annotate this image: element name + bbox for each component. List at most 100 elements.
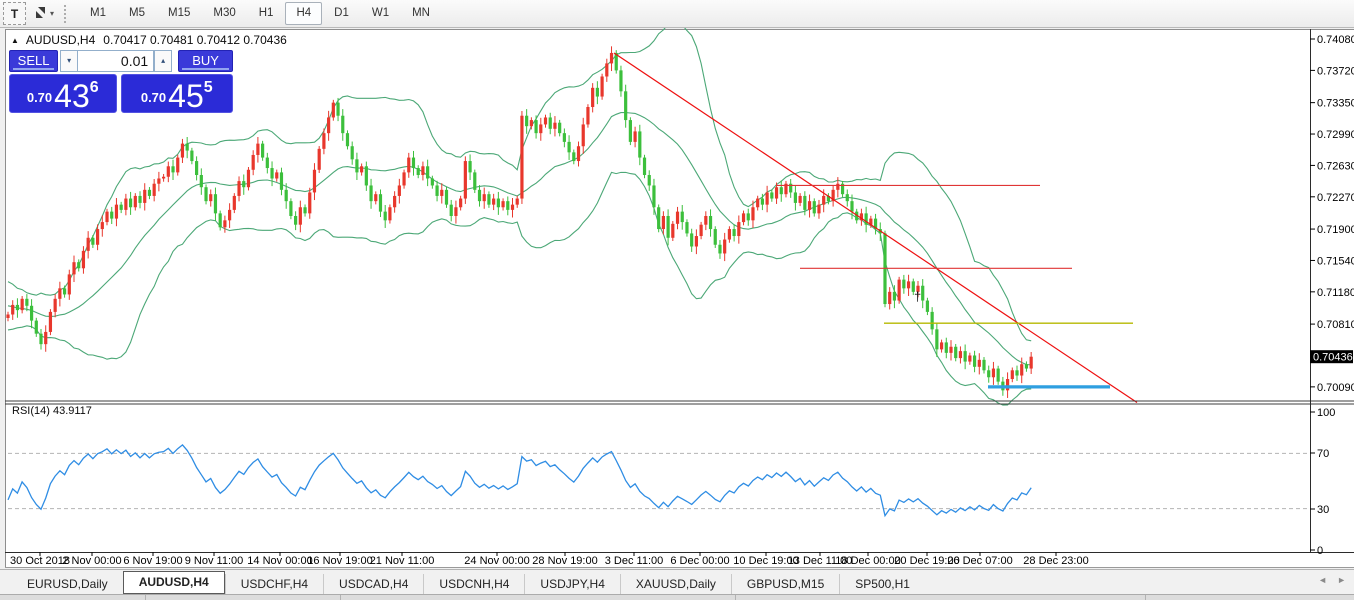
candle-body xyxy=(657,207,661,230)
candle-body xyxy=(765,192,769,205)
chart-tab-usdchf-h4[interactable]: USDCHF,H4 xyxy=(224,574,323,594)
candle-body xyxy=(534,120,538,134)
candle-body xyxy=(152,183,156,196)
candle-body xyxy=(110,211,114,219)
candle-body xyxy=(44,331,48,345)
candle-body xyxy=(435,185,439,196)
candle-body xyxy=(279,172,284,190)
candle-body xyxy=(770,192,774,199)
sell-button[interactable]: SELL xyxy=(9,50,59,72)
candle-body xyxy=(369,185,373,202)
rsi-scale-label: 0 xyxy=(1317,545,1323,557)
candle-body xyxy=(128,198,133,208)
candle-body xyxy=(925,300,930,312)
candle-body xyxy=(459,198,463,208)
candle-body xyxy=(176,157,180,173)
volume-input[interactable] xyxy=(77,50,155,72)
candle-body xyxy=(666,215,670,238)
timeframe-button-m15[interactable]: M15 xyxy=(157,2,201,25)
candle-body xyxy=(331,102,335,118)
candle-body xyxy=(501,201,505,208)
chart-tab-usdcnh-h4[interactable]: USDCNH,H4 xyxy=(423,574,524,594)
timeframe-button-h1[interactable]: H1 xyxy=(248,2,285,25)
chart-tab-eurusd-daily[interactable]: EURUSD,Daily xyxy=(12,574,123,594)
rsi-scale-label: 100 xyxy=(1317,407,1335,419)
candle-body xyxy=(751,207,755,221)
candle-body xyxy=(463,161,467,199)
candle-body xyxy=(294,215,298,225)
chart-tab-audusd-h4[interactable]: AUDUSD,H4 xyxy=(122,571,225,594)
chart-tab-xauusd-daily[interactable]: XAUUSD,Daily xyxy=(619,574,731,594)
chevron-down-icon[interactable]: ▾ xyxy=(50,9,54,18)
candle-body xyxy=(20,298,24,311)
timeframe-button-m1[interactable]: M1 xyxy=(79,2,117,25)
candle-body xyxy=(694,236,698,247)
candle-body xyxy=(652,185,656,208)
candle-body xyxy=(421,166,425,176)
sell-price-big-digits: 43 xyxy=(54,78,90,114)
text-tool-button[interactable]: T xyxy=(3,2,26,25)
toolbar: T ▾ M1 M5 M15 M30 H1 H4 D1 W1 MN xyxy=(0,0,1354,28)
candle-body xyxy=(411,157,416,169)
candle-body xyxy=(515,198,519,205)
candle-body xyxy=(685,222,689,234)
candle-body xyxy=(492,198,496,205)
toolbar-grip[interactable] xyxy=(64,4,70,23)
buy-price-button[interactable]: 0.70 45 5 xyxy=(120,74,233,113)
chart-tab-gbpusd-m15[interactable]: GBPUSD,M15 xyxy=(730,574,839,594)
timeframe-button-d1[interactable]: D1 xyxy=(323,2,360,25)
candle-body xyxy=(355,159,359,173)
timeframe-button-m5[interactable]: M5 xyxy=(118,2,156,25)
candle-body xyxy=(407,157,411,173)
candle-body xyxy=(449,204,453,216)
candle-body xyxy=(496,198,500,208)
candle-body xyxy=(34,320,38,334)
candle-body xyxy=(845,194,849,202)
sell-price-button[interactable]: 0.70 43 6 xyxy=(9,74,117,113)
buy-button[interactable]: BUY xyxy=(178,50,233,72)
candle-body xyxy=(699,224,703,237)
candle-body xyxy=(572,152,576,162)
candle-body xyxy=(723,239,727,254)
time-tick-label: 24 Nov 00:00 xyxy=(464,555,529,567)
chart-tab-usdjpy-h4[interactable]: USDJPY,H4 xyxy=(524,574,619,594)
chart-tab-usdcad-h4[interactable]: USDCAD,H4 xyxy=(323,574,423,594)
candle-body xyxy=(732,229,736,237)
candle-body xyxy=(680,211,684,223)
candle-body xyxy=(902,279,906,289)
volume-decrease-button[interactable]: ▾ xyxy=(60,50,78,72)
candle-body xyxy=(807,201,812,210)
chart-tab-sp500-h1[interactable]: SP500,H1 xyxy=(839,574,925,594)
collapse-panel-icon[interactable]: ▲ xyxy=(11,36,19,45)
tab-scroll-right-icon[interactable]: ► xyxy=(1337,575,1346,585)
candle-body xyxy=(944,342,948,353)
candle-body xyxy=(312,169,317,193)
candle-body xyxy=(506,201,510,210)
candle-body xyxy=(609,52,614,64)
candle-body xyxy=(996,368,1000,382)
candle-body xyxy=(817,204,821,214)
candle-body xyxy=(779,187,783,195)
candle-body xyxy=(822,195,826,205)
chart-ohlc-values: 0.70417 0.70481 0.70412 0.70436 xyxy=(103,33,287,47)
candle-body xyxy=(81,250,86,269)
candle-body xyxy=(256,143,260,155)
tab-scroll-left-icon[interactable]: ◄ xyxy=(1318,575,1327,585)
candle-body xyxy=(114,204,119,219)
candle-body xyxy=(91,237,95,245)
candle-body xyxy=(430,178,434,186)
candle-body xyxy=(270,168,274,179)
timeframe-button-h4[interactable]: H4 xyxy=(285,2,323,25)
candle-body xyxy=(619,70,623,92)
chart-title: ▲ AUDUSD,H4 0.70417 0.70481 0.70412 0.70… xyxy=(11,33,287,47)
candle-body xyxy=(364,166,368,186)
timeframe-button-mn[interactable]: MN xyxy=(401,2,441,25)
candle-body xyxy=(708,215,713,230)
timeframe-button-m30[interactable]: M30 xyxy=(202,2,246,25)
candle-body xyxy=(251,154,255,170)
candle-body xyxy=(600,76,604,97)
candle-body xyxy=(180,143,185,158)
timeframe-button-w1[interactable]: W1 xyxy=(361,2,400,25)
arrange-tool-button[interactable]: ▾ xyxy=(33,3,54,24)
volume-increase-button[interactable]: ▴ xyxy=(154,50,173,72)
